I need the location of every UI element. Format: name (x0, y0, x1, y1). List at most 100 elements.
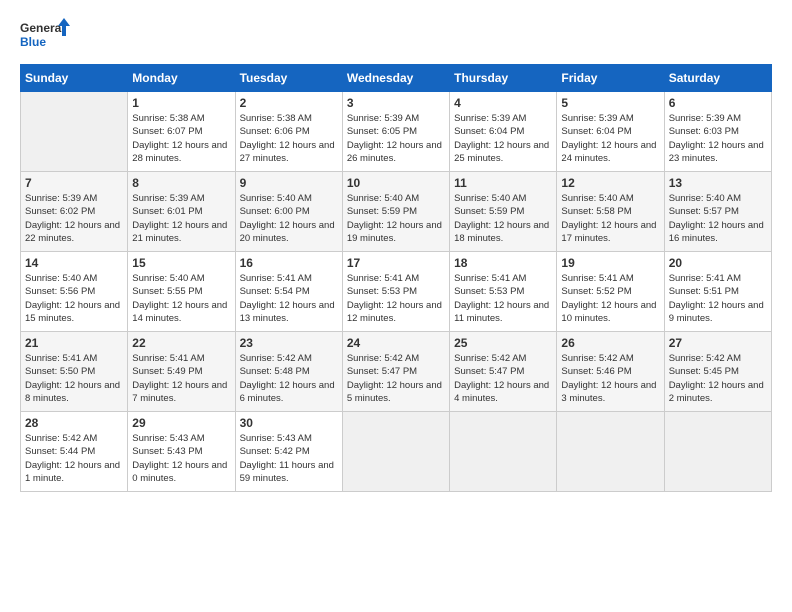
calendar-week-row: 7 Sunrise: 5:39 AM Sunset: 6:02 PM Daylig… (21, 172, 772, 252)
calendar-cell: 23 Sunrise: 5:42 AM Sunset: 5:48 PM Dayli… (235, 332, 342, 412)
calendar-cell: 7 Sunrise: 5:39 AM Sunset: 6:02 PM Daylig… (21, 172, 128, 252)
day-info: Sunrise: 5:40 AM Sunset: 5:59 PM Dayligh… (347, 192, 445, 245)
day-number: 27 (669, 336, 767, 350)
calendar-cell: 13 Sunrise: 5:40 AM Sunset: 5:57 PM Dayli… (664, 172, 771, 252)
page-header: General Blue (20, 16, 772, 54)
calendar-cell: 19 Sunrise: 5:41 AM Sunset: 5:52 PM Dayli… (557, 252, 664, 332)
calendar-header: SundayMondayTuesdayWednesdayThursdayFrid… (21, 65, 772, 92)
day-of-week-header: Thursday (450, 65, 557, 92)
day-info: Sunrise: 5:39 AM Sunset: 6:04 PM Dayligh… (454, 112, 552, 165)
day-info: Sunrise: 5:42 AM Sunset: 5:47 PM Dayligh… (454, 352, 552, 405)
calendar-cell: 21 Sunrise: 5:41 AM Sunset: 5:50 PM Dayli… (21, 332, 128, 412)
day-number: 20 (669, 256, 767, 270)
day-number: 15 (132, 256, 230, 270)
day-number: 14 (25, 256, 123, 270)
day-number: 16 (240, 256, 338, 270)
calendar-cell (342, 412, 449, 492)
calendar-cell: 11Sunrise: 5:40 AM Sunset: 5:59 PM Dayli… (450, 172, 557, 252)
calendar-cell: 26 Sunrise: 5:42 AM Sunset: 5:46 PM Dayli… (557, 332, 664, 412)
day-of-week-header: Monday (128, 65, 235, 92)
day-number: 21 (25, 336, 123, 350)
day-number: 30 (240, 416, 338, 430)
day-number: 3 (347, 96, 445, 110)
calendar-cell: 28Sunrise: 5:42 AM Sunset: 5:44 PM Dayli… (21, 412, 128, 492)
day-info: Sunrise: 5:39 AM Sunset: 6:02 PM Dayligh… (25, 192, 123, 245)
calendar-cell: 15Sunrise: 5:40 AM Sunset: 5:55 PM Dayli… (128, 252, 235, 332)
day-of-week-header: Wednesday (342, 65, 449, 92)
day-info: Sunrise: 5:41 AM Sunset: 5:49 PM Dayligh… (132, 352, 230, 405)
day-number: 4 (454, 96, 552, 110)
day-info: Sunrise: 5:39 AM Sunset: 6:01 PM Dayligh… (132, 192, 230, 245)
day-info: Sunrise: 5:40 AM Sunset: 5:58 PM Dayligh… (561, 192, 659, 245)
calendar-cell: 3 Sunrise: 5:39 AM Sunset: 6:05 PM Daylig… (342, 92, 449, 172)
calendar-cell: 2 Sunrise: 5:38 AM Sunset: 6:06 PM Daylig… (235, 92, 342, 172)
day-of-week-header: Friday (557, 65, 664, 92)
day-number: 26 (561, 336, 659, 350)
day-info: Sunrise: 5:42 AM Sunset: 5:44 PM Dayligh… (25, 432, 123, 485)
day-number: 6 (669, 96, 767, 110)
day-number: 7 (25, 176, 123, 190)
svg-text:General: General (20, 21, 65, 35)
day-of-week-header: Sunday (21, 65, 128, 92)
day-info: Sunrise: 5:42 AM Sunset: 5:45 PM Dayligh… (669, 352, 767, 405)
calendar-cell: 14 Sunrise: 5:40 AM Sunset: 5:56 PM Dayli… (21, 252, 128, 332)
calendar-week-row: 1 Sunrise: 5:38 AM Sunset: 6:07 PM Daylig… (21, 92, 772, 172)
calendar-cell: 4 Sunrise: 5:39 AM Sunset: 6:04 PM Daylig… (450, 92, 557, 172)
svg-text:Blue: Blue (20, 35, 46, 49)
calendar-cell: 27 Sunrise: 5:42 AM Sunset: 5:45 PM Dayli… (664, 332, 771, 412)
day-info: Sunrise: 5:40 AM Sunset: 5:57 PM Dayligh… (669, 192, 767, 245)
day-info: Sunrise: 5:39 AM Sunset: 6:04 PM Dayligh… (561, 112, 659, 165)
day-number: 8 (132, 176, 230, 190)
day-info: Sunrise: 5:39 AM Sunset: 6:03 PM Dayligh… (669, 112, 767, 165)
logo-svg: General Blue (20, 16, 70, 54)
day-info: Sunrise: 5:43 AM Sunset: 5:42 PM Dayligh… (240, 432, 338, 485)
day-info: Sunrise: 5:41 AM Sunset: 5:53 PM Dayligh… (347, 272, 445, 325)
day-number: 2 (240, 96, 338, 110)
day-info: Sunrise: 5:42 AM Sunset: 5:46 PM Dayligh… (561, 352, 659, 405)
day-info: Sunrise: 5:42 AM Sunset: 5:48 PM Dayligh… (240, 352, 338, 405)
calendar-week-row: 14 Sunrise: 5:40 AM Sunset: 5:56 PM Dayli… (21, 252, 772, 332)
day-of-week-header: Saturday (664, 65, 771, 92)
day-info: Sunrise: 5:40 AM Sunset: 5:56 PM Dayligh… (25, 272, 123, 325)
day-info: Sunrise: 5:38 AM Sunset: 6:07 PM Dayligh… (132, 112, 230, 165)
day-info: Sunrise: 5:41 AM Sunset: 5:50 PM Dayligh… (25, 352, 123, 405)
day-number: 11 (454, 176, 552, 190)
calendar-cell: 12Sunrise: 5:40 AM Sunset: 5:58 PM Dayli… (557, 172, 664, 252)
calendar-cell: 22 Sunrise: 5:41 AM Sunset: 5:49 PM Dayli… (128, 332, 235, 412)
calendar-cell: 25 Sunrise: 5:42 AM Sunset: 5:47 PM Dayli… (450, 332, 557, 412)
calendar-cell: 17 Sunrise: 5:41 AM Sunset: 5:53 PM Dayli… (342, 252, 449, 332)
day-number: 29 (132, 416, 230, 430)
day-number: 22 (132, 336, 230, 350)
day-number: 1 (132, 96, 230, 110)
day-number: 10 (347, 176, 445, 190)
logo: General Blue (20, 16, 70, 54)
day-info: Sunrise: 5:41 AM Sunset: 5:52 PM Dayligh… (561, 272, 659, 325)
day-number: 19 (561, 256, 659, 270)
calendar-cell: 24Sunrise: 5:42 AM Sunset: 5:47 PM Dayli… (342, 332, 449, 412)
day-number: 13 (669, 176, 767, 190)
day-number: 23 (240, 336, 338, 350)
day-number: 25 (454, 336, 552, 350)
calendar-cell: 20 Sunrise: 5:41 AM Sunset: 5:51 PM Dayli… (664, 252, 771, 332)
day-number: 5 (561, 96, 659, 110)
calendar-cell (557, 412, 664, 492)
calendar-week-row: 21 Sunrise: 5:41 AM Sunset: 5:50 PM Dayli… (21, 332, 772, 412)
calendar-cell (664, 412, 771, 492)
calendar-week-row: 28Sunrise: 5:42 AM Sunset: 5:44 PM Dayli… (21, 412, 772, 492)
day-number: 24 (347, 336, 445, 350)
day-info: Sunrise: 5:38 AM Sunset: 6:06 PM Dayligh… (240, 112, 338, 165)
calendar-cell: 5 Sunrise: 5:39 AM Sunset: 6:04 PM Daylig… (557, 92, 664, 172)
calendar-cell: 8 Sunrise: 5:39 AM Sunset: 6:01 PM Daylig… (128, 172, 235, 252)
days-of-week-row: SundayMondayTuesdayWednesdayThursdayFrid… (21, 65, 772, 92)
calendar-cell: 30 Sunrise: 5:43 AM Sunset: 5:42 PM Dayli… (235, 412, 342, 492)
day-of-week-header: Tuesday (235, 65, 342, 92)
calendar-cell: 6 Sunrise: 5:39 AM Sunset: 6:03 PM Daylig… (664, 92, 771, 172)
calendar-cell: 10 Sunrise: 5:40 AM Sunset: 5:59 PM Dayli… (342, 172, 449, 252)
calendar-cell: 29Sunrise: 5:43 AM Sunset: 5:43 PM Dayli… (128, 412, 235, 492)
day-info: Sunrise: 5:41 AM Sunset: 5:51 PM Dayligh… (669, 272, 767, 325)
calendar-cell (450, 412, 557, 492)
calendar-table: SundayMondayTuesdayWednesdayThursdayFrid… (20, 64, 772, 492)
day-info: Sunrise: 5:40 AM Sunset: 6:00 PM Dayligh… (240, 192, 338, 245)
day-info: Sunrise: 5:39 AM Sunset: 6:05 PM Dayligh… (347, 112, 445, 165)
day-number: 17 (347, 256, 445, 270)
